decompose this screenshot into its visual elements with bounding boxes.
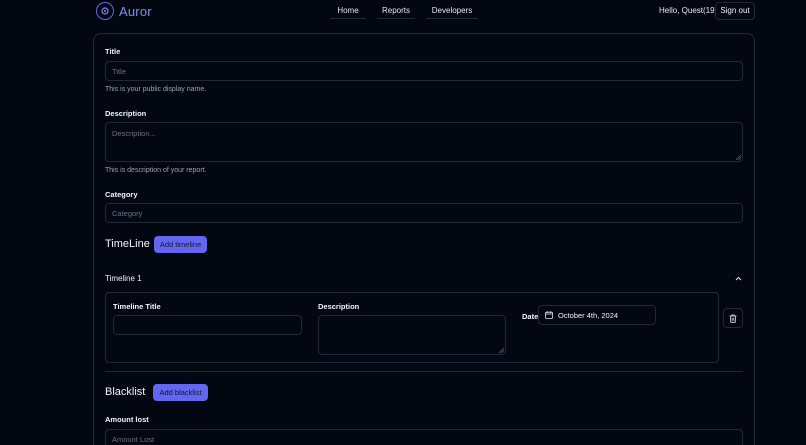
timeline-description-label: Description — [318, 302, 360, 311]
category-label: Category — [105, 190, 138, 199]
resize-handle-icon[interactable] — [499, 348, 504, 353]
timeline-description-textarea[interactable] — [318, 315, 506, 355]
trash-icon — [729, 314, 737, 323]
nav-item-developers[interactable]: Developers — [426, 3, 478, 19]
date-picker-button[interactable]: October 4th, 2024 — [538, 305, 656, 325]
blacklist-section-title: Blacklist — [105, 386, 146, 398]
description-textarea[interactable]: Description... — [105, 122, 743, 162]
resize-handle-icon[interactable] — [736, 155, 741, 160]
delete-timeline-button[interactable] — [723, 308, 743, 328]
chevron-up-icon[interactable] — [735, 276, 742, 281]
timeline-date-label: Date — [522, 312, 539, 321]
title-label: Title — [105, 47, 121, 56]
timeline-item-header[interactable]: Timeline 1 — [105, 274, 142, 283]
user-greeting: Hello, Quest(19) — [659, 6, 718, 15]
description-help-text: This is description of your report. — [105, 167, 207, 174]
top-nav-bar: Auror Home Reports Developers Hello, Que… — [0, 0, 806, 24]
description-placeholder: Description... — [112, 129, 156, 138]
section-divider — [105, 371, 743, 372]
app-name: Auror — [119, 3, 152, 19]
amount-lost-label: Amount lost — [105, 415, 149, 424]
app-logo[interactable]: Auror — [96, 2, 152, 20]
nav-item-home[interactable]: Home — [330, 3, 366, 19]
timeline-section-title: TimeLine — [105, 238, 150, 250]
nav-item-reports[interactable]: Reports — [377, 3, 415, 19]
category-input[interactable]: Category — [105, 203, 743, 223]
logo-icon — [96, 2, 114, 20]
timeline-title-input[interactable] — [113, 315, 302, 335]
sign-out-button[interactable]: Sign out — [715, 2, 755, 20]
timeline-title-label: Timeline Title — [113, 302, 161, 311]
calendar-icon — [545, 311, 553, 319]
amount-lost-input[interactable]: Amount Lost — [105, 429, 743, 445]
description-label: Description — [105, 109, 147, 118]
add-timeline-button[interactable]: Add timeline — [154, 236, 207, 253]
title-help-text: This is your public display name. — [105, 86, 207, 93]
title-input[interactable]: Title — [105, 61, 743, 81]
date-value: October 4th, 2024 — [558, 310, 619, 320]
add-blacklist-button[interactable]: Add blacklist — [153, 384, 208, 401]
